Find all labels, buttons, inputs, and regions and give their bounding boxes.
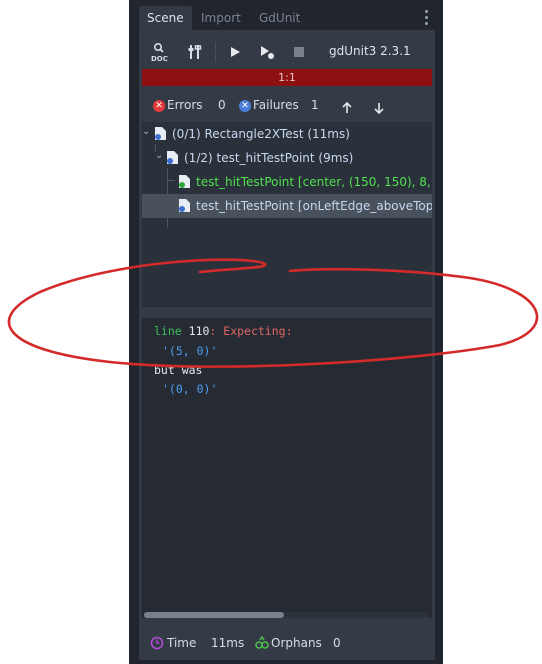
tab-menu-icon[interactable] [425, 10, 429, 26]
stop-button[interactable] [287, 40, 311, 64]
time-label: Time [167, 636, 197, 650]
splitter[interactable] [142, 306, 432, 314]
status-bar: ✕ Errors 0 ✕ Failures 1 [139, 92, 435, 118]
arrow-up-icon [342, 102, 352, 113]
gdunit-content: DOC gdUnit3 2.3.1 1:1 ✕ Errors 0 ✕ Failu… [139, 30, 435, 660]
orphans-label: Orphans [271, 636, 322, 650]
failures-label: Failures [253, 98, 299, 112]
report-expecting: : Expecting: [209, 324, 293, 338]
svg-text:DOC: DOC [151, 55, 168, 63]
test-failed-icon [179, 199, 190, 212]
orphans-value: 0 [333, 636, 341, 650]
stats-footer: Time 11ms Orphans 0 [139, 626, 435, 660]
dock-tab-bar: Scene Import GdUnit [129, 0, 443, 34]
tree-row-label: (0/1) Rectangle2XTest (11ms) [172, 127, 350, 141]
tree-row-case-failed[interactable]: test_hitTestPoint [onLeftEdge_aboveTopL [142, 194, 432, 218]
gdunit-dock-panel: Scene Import GdUnit DOC gdUnit3 2.3.1 1:… [129, 0, 443, 664]
time-value: 11ms [211, 636, 245, 650]
chevron-down-icon[interactable]: ⌄ [155, 150, 163, 161]
play-icon [231, 47, 240, 57]
previous-failure-button[interactable] [335, 96, 359, 120]
tab-gdunit[interactable]: GdUnit [251, 6, 308, 30]
debug-play-icon [261, 46, 274, 59]
doc-icon: DOC [151, 42, 168, 63]
failure-icon: ✕ [239, 100, 251, 112]
run-button[interactable] [223, 40, 247, 64]
tab-import[interactable]: Import [193, 6, 249, 30]
stop-icon [294, 47, 304, 57]
error-icon: ✕ [153, 100, 165, 112]
failure-report: line 110: Expecting: '(5, 0)' but was '(… [142, 318, 432, 618]
tree-row-label: (1/2) test_hitTestPoint (9ms) [184, 151, 354, 165]
tree-row-suite[interactable]: ⌄ (0/1) Rectangle2XTest (11ms) [142, 122, 432, 146]
toolbar-separator [215, 42, 216, 62]
tree-row-case-passed[interactable]: test_hitTestPoint [center, (150, 150), 8… [142, 170, 432, 194]
arrow-down-icon [374, 103, 384, 114]
errors-label: Errors [167, 98, 203, 112]
settings-button[interactable] [183, 40, 207, 64]
next-failure-button[interactable] [367, 96, 391, 120]
report-line-number: 110 [188, 324, 210, 338]
report-line-header: line 110: Expecting: [154, 324, 293, 338]
report-expected-value: '(5, 0)' [162, 344, 218, 358]
tab-scene[interactable]: Scene [139, 6, 192, 30]
doc-button[interactable]: DOC [149, 40, 173, 64]
chevron-down-icon[interactable]: ⌄ [142, 126, 150, 137]
report-horizontal-scrollbar[interactable] [144, 612, 428, 618]
orphans-icon [255, 636, 269, 649]
tools-icon [188, 45, 202, 59]
tree-row-label: test_hitTestPoint [center, (150, 150), 8… [196, 175, 432, 189]
errors-count: 0 [218, 98, 226, 112]
test-tree: ⌄ (0/1) Rectangle2XTest (11ms) ⌄ (1/2) t… [142, 122, 432, 306]
test-passed-icon [179, 175, 190, 188]
report-line-keyword: line [154, 324, 182, 338]
report-actual-value: '(0, 0)' [162, 382, 218, 396]
scrollbar-thumb[interactable] [144, 612, 284, 618]
tree-row-label: test_hitTestPoint [onLeftEdge_aboveTopL [196, 199, 432, 213]
failures-count: 1 [311, 98, 319, 112]
tree-row-test[interactable]: ⌄ (1/2) test_hitTestPoint (9ms) [142, 146, 432, 170]
report-but-was: but was [154, 363, 203, 377]
clock-icon [150, 636, 164, 650]
test-failed-icon [155, 127, 166, 140]
debug-run-button[interactable] [255, 40, 279, 64]
version-label: gdUnit3 2.3.1 [329, 44, 411, 58]
progress-bar: 1:1 [142, 69, 432, 86]
test-failed-icon [167, 151, 178, 164]
